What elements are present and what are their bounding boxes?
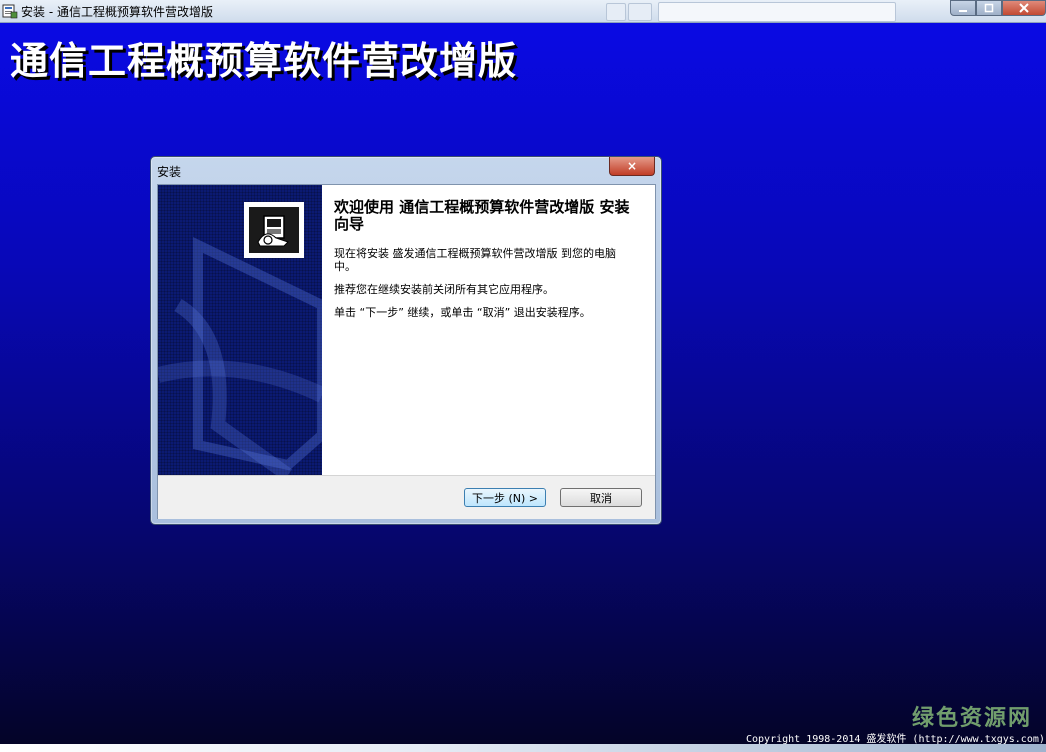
wizard-side-banner: [158, 185, 322, 475]
dialog-client-area: 欢迎使用 通信工程概预算软件营改增版 安装向导 现在将安装 盛发通信工程概预算软…: [157, 184, 656, 519]
close-apps-text: 推荐您在继续安装前关闭所有其它应用程序。: [334, 283, 554, 296]
window-controls: [950, 0, 1046, 16]
instructions-text: 单击 “下一步” 继续，或单击 “取消” 退出安装程序。: [334, 306, 591, 319]
close-icon: ×: [626, 159, 638, 173]
toolbar-ghost-button: [628, 3, 652, 21]
dialog-close-button[interactable]: ×: [609, 157, 655, 176]
dialog-title: 安装: [157, 165, 182, 179]
taskbar-strip: [0, 744, 1046, 752]
product-icon-frame: [244, 202, 304, 258]
product-banner-title: 通信工程概预算软件营改增版: [10, 38, 518, 83]
cancel-button[interactable]: 取消: [560, 488, 642, 507]
welcome-heading: 欢迎使用 通信工程概预算软件营改增版 安装向导: [334, 198, 630, 233]
computer-disk-icon: [249, 207, 299, 253]
install-target-text: 现在将安装 盛发通信工程概预算软件营改增版 到您的电脑中。: [334, 247, 616, 273]
minimize-button[interactable]: [950, 0, 976, 16]
maximize-button[interactable]: [976, 0, 1002, 16]
window-close-button[interactable]: [1002, 0, 1046, 16]
window-titlebar[interactable]: 安装 - 通信工程概预算软件营改增版: [0, 0, 1046, 23]
wizard-footer: 下一步 (N) > 取消: [158, 475, 655, 519]
close-icon: [1019, 3, 1029, 13]
site-watermark: 绿色资源网: [912, 706, 1033, 731]
installer-window: 安装 - 通信工程概预算软件营改增版 通信工程概预算软件营改增版 安装 × 欢迎…: [0, 0, 1046, 752]
setup-dialog: 安装 × 欢迎使用 通信工程概预算软件营改增版 安装向导 现在将安装 盛发通信工…: [150, 156, 662, 525]
installer-icon: [2, 4, 18, 19]
window-title: 安装 - 通信工程概预算软件营改增版: [21, 5, 213, 19]
minimize-icon: [959, 10, 967, 12]
ghost-search-box: [658, 2, 896, 22]
wizard-content: 欢迎使用 通信工程概预算软件营改增版 安装向导 现在将安装 盛发通信工程概预算软…: [334, 199, 634, 329]
next-button[interactable]: 下一步 (N) >: [464, 488, 546, 507]
toolbar-ghost-button: [606, 3, 626, 21]
copyright-text: Copyright 1998-2014 盛发软件 (http://www.txg…: [746, 734, 1045, 745]
restore-icon: [984, 3, 994, 13]
